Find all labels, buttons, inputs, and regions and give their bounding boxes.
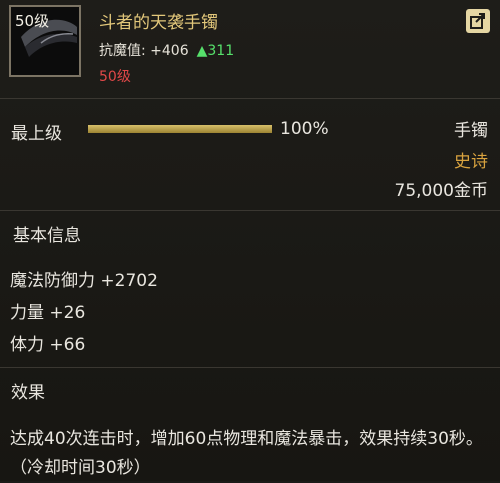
item-thumbnail: 50级 bbox=[9, 5, 81, 77]
stat-line: 力量 +26 bbox=[10, 303, 86, 323]
thumbnail-level-badge: 50级 bbox=[15, 12, 50, 30]
effect-description: 达成40次连击时，增加60点物理和魔法暴击，效果持续30秒。（冷却时间30秒） bbox=[10, 429, 483, 478]
share-icon bbox=[470, 13, 485, 29]
resist-value: 抗魔值: +406 bbox=[99, 43, 189, 59]
enhance-grade: 最上级 bbox=[11, 124, 62, 144]
enhance-progress-bar bbox=[88, 125, 272, 133]
enhance-progress-fill bbox=[88, 125, 272, 133]
divider-effect bbox=[0, 367, 500, 368]
stat-line: 魔法防御力 +2702 bbox=[10, 271, 158, 291]
item-rarity: 史诗 bbox=[454, 152, 488, 172]
resist-row: 抗魔值: +406 ▲311 bbox=[99, 40, 234, 60]
divider-basic bbox=[0, 210, 500, 211]
effect-title: 效果 bbox=[11, 383, 45, 403]
share-button[interactable] bbox=[466, 9, 490, 33]
required-level: 50级 bbox=[99, 69, 131, 85]
resist-increase: ▲311 bbox=[196, 43, 235, 59]
item-tooltip-panel: 50级 斗者的天袭手镯 抗魔值: +406 ▲311 50级 最上级 100% 手… bbox=[0, 0, 500, 481]
item-name: 斗者的天袭手镯 bbox=[99, 13, 218, 33]
basic-info-title: 基本信息 bbox=[13, 226, 81, 246]
divider-top bbox=[0, 98, 500, 99]
item-price: 75,000金币 bbox=[394, 181, 488, 201]
item-slot: 手镯 bbox=[454, 121, 488, 141]
stat-line: 体力 +66 bbox=[10, 335, 86, 355]
enhance-percent: 100% bbox=[280, 119, 329, 139]
